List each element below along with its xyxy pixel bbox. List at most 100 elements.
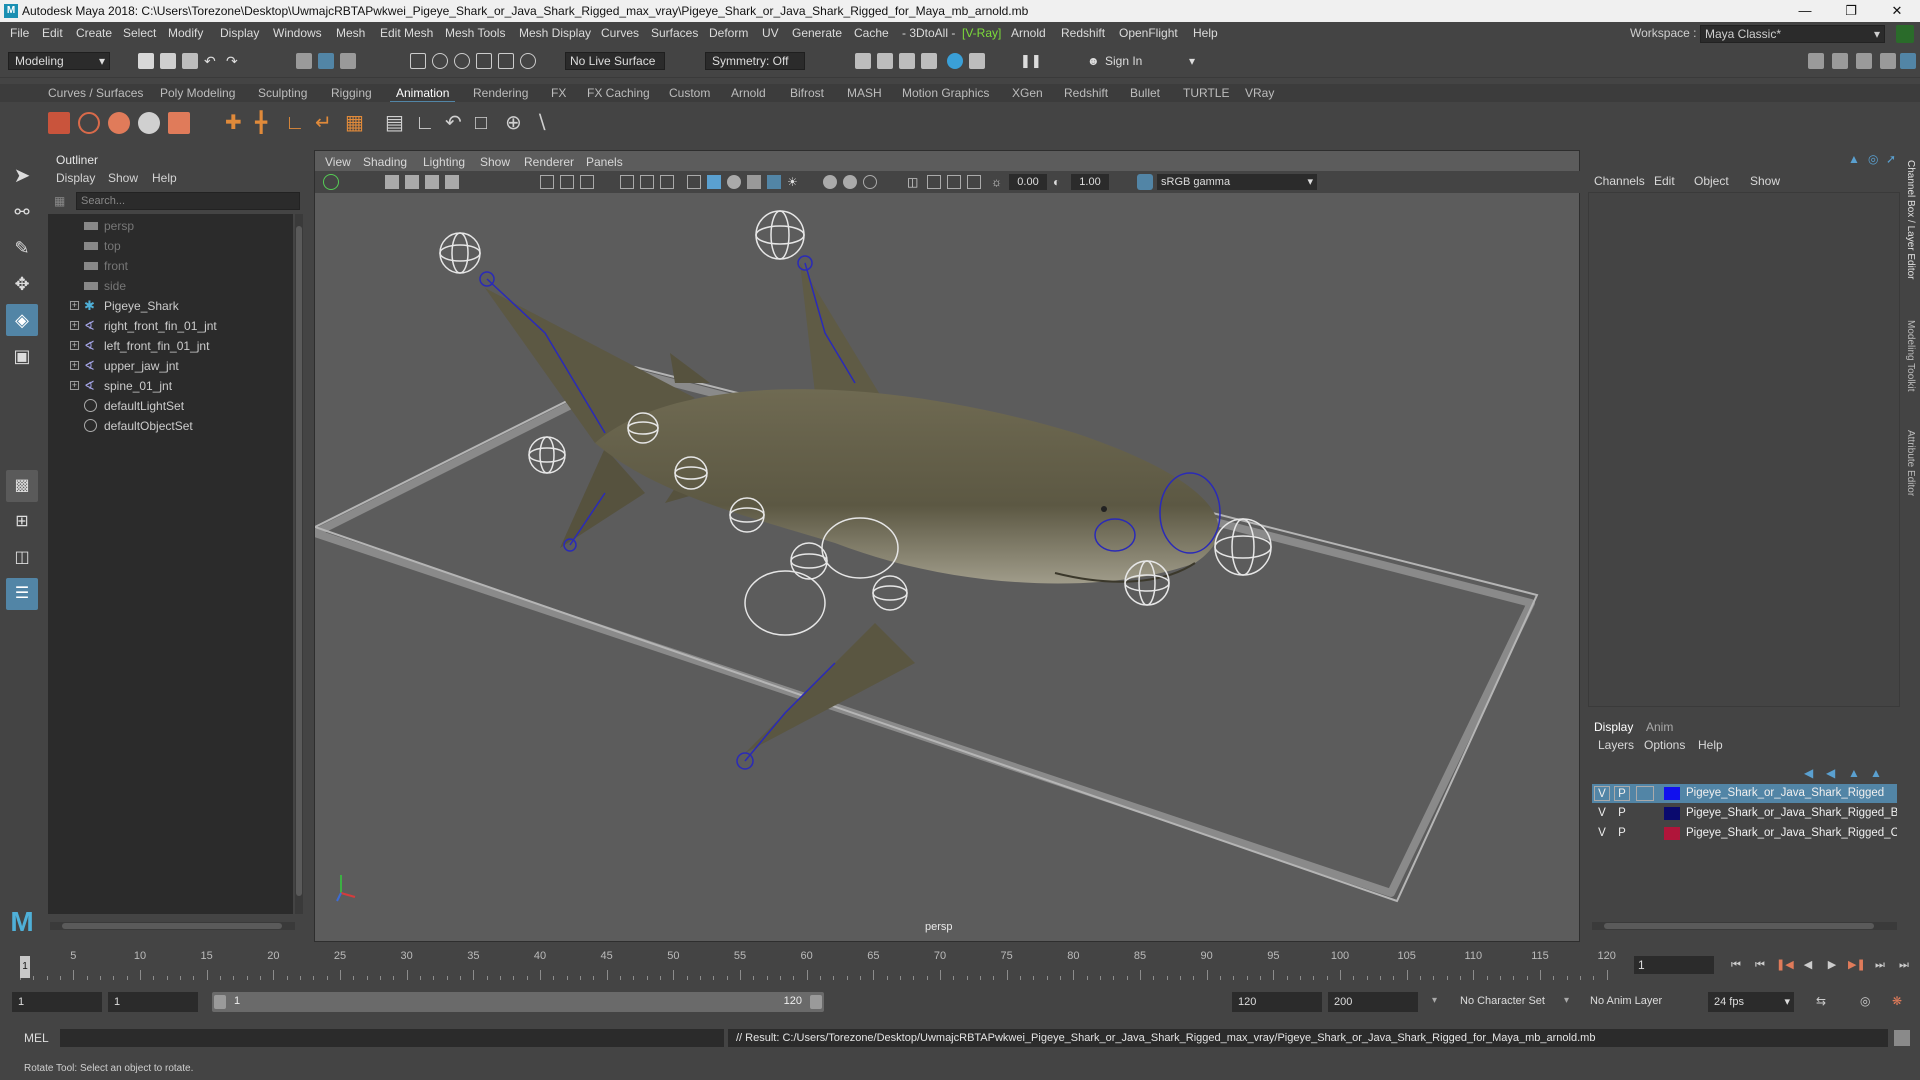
snap-grid-icon[interactable]: [410, 53, 426, 69]
motion-trail-icon[interactable]: [78, 112, 100, 134]
outliner-item-pigeye-shark[interactable]: + ✱ Pigeye_Shark: [48, 296, 288, 316]
outliner-item-left-front-fin[interactable]: + ∢ left_front_fin_01_jnt: [48, 336, 288, 356]
play-forwards-icon[interactable]: ▶: [1824, 958, 1840, 972]
outliner-layout-icon[interactable]: ☰: [6, 578, 38, 610]
step-forward-frame-icon[interactable]: ▶❚: [1848, 958, 1866, 972]
shelf-tab-mash[interactable]: MASH: [847, 86, 882, 100]
shelf-tab-redshift[interactable]: Redshift: [1064, 86, 1108, 100]
modeling-toolkit-icon[interactable]: [1808, 53, 1824, 69]
render-settings-icon[interactable]: [899, 53, 915, 69]
exposure-field[interactable]: 0.00: [1009, 174, 1047, 190]
select-object-icon[interactable]: [318, 53, 334, 69]
four-view-icon[interactable]: ⊞: [6, 506, 38, 538]
channel-box-help-icon[interactable]: ◎: [1868, 152, 1882, 166]
aim-constraint-icon[interactable]: ⊕: [505, 112, 527, 134]
tool-settings-icon[interactable]: [1880, 53, 1896, 69]
lock-icon[interactable]: [1896, 25, 1914, 43]
xray-joints-icon[interactable]: [947, 175, 961, 189]
shelf-tab-turtle[interactable]: TURTLE: [1183, 86, 1229, 100]
channel-object-menu[interactable]: Object: [1694, 174, 1729, 188]
scroll-thumb[interactable]: [62, 923, 282, 929]
ipr-render-icon[interactable]: [877, 53, 893, 69]
new-layer-icon[interactable]: ▲: [1848, 766, 1862, 780]
layer-row-rigged[interactable]: V P Pigeye_Shark_or_Java_Shark_Rigged: [1592, 784, 1897, 803]
viewport-menu-panels[interactable]: Panels: [586, 155, 623, 169]
move-layer-up-icon[interactable]: ◀: [1804, 766, 1818, 780]
auto-key-icon[interactable]: ◎: [1860, 994, 1876, 1010]
anim-layer-dropdown[interactable]: No Anim Layer: [1590, 995, 1662, 1007]
fps-dropdown[interactable]: 24 fps ▾: [1708, 992, 1794, 1012]
parent-constraint-icon[interactable]: ▤: [385, 112, 407, 134]
image-plane-icon[interactable]: [425, 175, 439, 189]
maximize-button[interactable]: ❐: [1828, 0, 1874, 22]
outliner-item-default-object-set[interactable]: defaultObjectSet: [48, 416, 288, 436]
viewport-menu-view[interactable]: View: [325, 155, 351, 169]
outliner-vertical-scrollbar[interactable]: [295, 214, 303, 914]
scroll-thumb[interactable]: [296, 226, 302, 896]
menu-generate[interactable]: Generate: [792, 26, 842, 40]
expand-icon[interactable]: +: [70, 301, 79, 310]
new-layer-selected-icon[interactable]: ▲: [1870, 766, 1884, 780]
isolate-select-icon[interactable]: ◫: [907, 175, 921, 189]
channel-show-menu[interactable]: Show: [1750, 174, 1780, 188]
orient-constraint-icon[interactable]: ↶: [445, 112, 467, 134]
layer-playback-toggle[interactable]: P: [1614, 786, 1630, 801]
textured-icon[interactable]: [767, 175, 781, 189]
select-tool-icon[interactable]: ➤: [6, 160, 38, 192]
lasso-tool-icon[interactable]: ⚯: [6, 196, 38, 228]
outliner-item-right-front-fin[interactable]: + ∢ right_front_fin_01_jnt: [48, 316, 288, 336]
rotate-tool-icon[interactable]: ◈: [6, 304, 38, 336]
ghost-icon[interactable]: [108, 112, 130, 134]
menu-curves[interactable]: Curves: [601, 26, 639, 40]
attribute-editor-icon[interactable]: [1856, 53, 1872, 69]
step-forward-key-icon[interactable]: ⏭: [1872, 958, 1888, 972]
step-back-key-icon[interactable]: ⏮: [1752, 958, 1768, 972]
channel-box-tool-icon[interactable]: ➚: [1886, 152, 1900, 166]
outliner-item-default-light-set[interactable]: defaultLightSet: [48, 396, 288, 416]
safe-action-icon[interactable]: [660, 175, 674, 189]
character-controls-icon[interactable]: [1832, 53, 1848, 69]
move-tool-icon[interactable]: ✥: [6, 268, 38, 300]
outliner-horizontal-scrollbar[interactable]: [50, 922, 295, 930]
layer-visibility-toggle[interactable]: V: [1594, 786, 1610, 801]
side-tab-modeling-toolkit[interactable]: Modeling Toolkit: [1905, 320, 1916, 392]
character-set-dropdown[interactable]: No Character Set: [1460, 995, 1545, 1007]
menu-mesh-tools[interactable]: Mesh Tools: [445, 26, 505, 40]
save-scene-icon[interactable]: [182, 53, 198, 69]
film-gate-icon[interactable]: [560, 175, 574, 189]
outliner-item-persp[interactable]: persp: [48, 216, 288, 236]
wireframe-on-shaded-icon[interactable]: [747, 175, 761, 189]
gamma-field[interactable]: 1.00: [1071, 174, 1109, 190]
channel-box-area[interactable]: [1588, 192, 1900, 707]
command-language-label[interactable]: MEL: [24, 1031, 49, 1045]
select-hierarchy-icon[interactable]: [296, 53, 312, 69]
range-start-handle[interactable]: [214, 995, 226, 1009]
color-management-icon[interactable]: [1137, 174, 1153, 190]
current-frame-marker[interactable]: 1: [20, 956, 30, 978]
menu-deform[interactable]: Deform: [709, 26, 748, 40]
viewport-menu-shading[interactable]: Shading: [363, 155, 407, 169]
layer-row-bones[interactable]: V P Pigeye_Shark_or_Java_Shark_Rigged_Bo…: [1592, 804, 1897, 823]
menu-edit[interactable]: Edit: [42, 26, 63, 40]
sign-in-button[interactable]: ☻ Sign In ▾: [1085, 52, 1197, 70]
play-backwards-icon[interactable]: ◀: [1800, 958, 1816, 972]
channel-box-options-icon[interactable]: ▲: [1848, 152, 1862, 166]
2d-pan-zoom-icon[interactable]: [445, 175, 459, 189]
outliner-item-top[interactable]: top: [48, 236, 288, 256]
step-back-frame-icon[interactable]: ❚◀: [1776, 958, 1794, 972]
outliner-menu-show[interactable]: Show: [108, 171, 138, 185]
shelf-tab-fx[interactable]: FX: [551, 86, 566, 100]
viewport-menu-renderer[interactable]: Renderer: [524, 155, 574, 169]
shelf-tab-vray[interactable]: VRay: [1245, 86, 1274, 100]
paint-select-icon[interactable]: ✎: [6, 232, 38, 264]
snap-curve-icon[interactable]: [432, 53, 448, 69]
snap-projected-center-icon[interactable]: [476, 53, 492, 69]
unghost-icon[interactable]: [138, 112, 160, 134]
animation-end-field[interactable]: 200: [1328, 992, 1418, 1012]
menu-file[interactable]: File: [10, 26, 29, 40]
channels-menu[interactable]: Channels: [1594, 174, 1645, 188]
viewport-menu-show[interactable]: Show: [480, 155, 510, 169]
resolution-gate-icon[interactable]: [580, 175, 594, 189]
make-live-icon[interactable]: [520, 53, 536, 69]
new-scene-icon[interactable]: [138, 53, 154, 69]
